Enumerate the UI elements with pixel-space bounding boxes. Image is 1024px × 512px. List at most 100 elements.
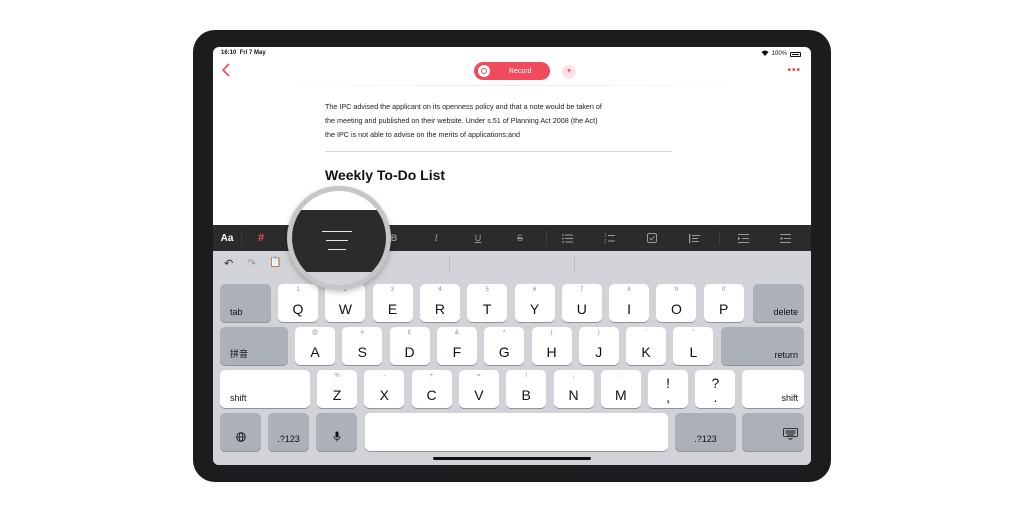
shift-key-label: shift <box>781 393 798 403</box>
numbers-key-left[interactable]: .?123 <box>268 413 309 451</box>
key-label: E <box>387 301 398 317</box>
key-[interactable]: !, <box>648 370 689 408</box>
key-i[interactable]: 8I <box>609 284 650 322</box>
key-secondary-label: & <box>454 330 459 336</box>
key-t[interactable]: 5T <box>467 284 508 322</box>
pinyin-key[interactable]: 拼音 <box>220 327 288 365</box>
key-o[interactable]: 9O <box>656 284 697 322</box>
key-[interactable]: ?. <box>695 370 736 408</box>
key-secondary-label: / <box>525 373 528 379</box>
record-label: Record <box>509 67 532 75</box>
key-s[interactable]: # S <box>342 327 383 365</box>
key-secondary-label: # <box>360 330 364 336</box>
italic-button[interactable]: I <box>425 225 447 251</box>
delete-key[interactable]: delete <box>753 284 804 322</box>
hide-keyboard-key[interactable] <box>742 413 804 451</box>
outdent-icon <box>779 233 791 243</box>
numbers-key-right[interactable]: .?123 <box>675 413 736 451</box>
dictation-key[interactable] <box>316 413 357 451</box>
more-button[interactable]: ••• <box>787 65 801 76</box>
outdent-button[interactable] <box>774 225 796 251</box>
key-z[interactable]: % Z <box>317 370 357 408</box>
battery-percent: 100% <box>771 51 787 57</box>
key-u[interactable]: 7U <box>561 284 602 322</box>
key-v[interactable]: = V <box>458 370 499 408</box>
text-style-button[interactable]: Aa <box>216 225 238 251</box>
key-j[interactable]: ) J <box>578 327 619 365</box>
underline-button[interactable]: U <box>467 225 489 251</box>
key-label: Q <box>292 301 304 317</box>
key-y[interactable]: 6Y <box>514 284 555 322</box>
key-d[interactable]: £ D <box>389 327 430 365</box>
key-e[interactable]: 3E <box>372 284 413 322</box>
numbered-list-icon: 12 <box>604 233 615 243</box>
paragraph-line: the IPC is not able to advise on the mer… <box>325 130 520 139</box>
key-l[interactable]: " L <box>673 327 714 365</box>
globe-icon <box>220 432 261 444</box>
key-label: C <box>426 387 437 403</box>
align-center-icon <box>322 231 352 258</box>
toolbar-divider <box>546 231 547 245</box>
shift-key-right[interactable]: shift <box>742 370 804 408</box>
bullet-list-button[interactable] <box>557 225 579 251</box>
key-secondary-label: £ <box>407 330 412 336</box>
redo-icon[interactable]: ↷ <box>247 257 256 270</box>
note-heading[interactable]: Weekly To-Do List <box>325 167 445 183</box>
key-label: T <box>482 301 492 317</box>
key-label: Y <box>529 301 540 317</box>
key-secondary-label: ; <box>572 373 575 379</box>
key-label: W <box>338 301 352 317</box>
key-a[interactable]: @ A <box>295 327 335 365</box>
indent-icon <box>737 233 749 243</box>
record-icon <box>478 65 490 77</box>
paste-icon[interactable]: 📋 <box>269 257 281 268</box>
key-label: L <box>689 344 698 360</box>
key-k[interactable]: ' K <box>626 327 667 365</box>
hashtag-button[interactable]: # <box>250 225 272 251</box>
shift-key-left[interactable]: shift <box>220 370 310 408</box>
suggestion-divider <box>574 257 575 271</box>
key-b[interactable]: / B <box>506 370 547 408</box>
key-x[interactable]: -X <box>364 370 405 408</box>
nav-divider <box>273 85 753 86</box>
key-f[interactable]: & F <box>436 327 477 365</box>
quote-icon <box>688 233 700 243</box>
tab-key[interactable]: tab <box>220 284 271 322</box>
sparkle-button[interactable]: ✦ <box>562 65 576 79</box>
return-key[interactable]: return <box>721 327 804 365</box>
key-label: G <box>498 344 510 360</box>
checklist-button[interactable] <box>641 225 663 251</box>
key-w[interactable]: 2W <box>325 284 366 322</box>
bullet-list-icon <box>562 233 573 243</box>
chevron-left-icon <box>221 63 230 77</box>
note-paragraph[interactable]: The IPC advised the applicant on its ope… <box>325 100 675 142</box>
strikethrough-button[interactable]: S <box>509 225 531 251</box>
magnifier-loupe <box>287 186 391 290</box>
key-r[interactable]: 4R <box>419 284 460 322</box>
numbered-list-button[interactable]: 12 <box>599 225 621 251</box>
record-button[interactable]: Record <box>474 62 550 80</box>
key-g[interactable]: * G <box>484 327 525 365</box>
undo-icon[interactable]: ↶ <box>224 257 233 270</box>
key-n[interactable]: ; N <box>553 370 594 408</box>
indent-button[interactable] <box>732 225 754 251</box>
key-m[interactable]: :M <box>600 370 641 408</box>
key-label: U <box>576 301 587 317</box>
space-key[interactable] <box>365 413 668 451</box>
key-c[interactable]: + C <box>411 370 452 408</box>
key-secondary-label: + <box>429 373 434 379</box>
quote-button[interactable] <box>683 225 705 251</box>
keyboard-hide-icon <box>783 428 798 442</box>
key-label: R <box>434 301 445 317</box>
key-h[interactable]: (H <box>531 327 572 365</box>
key-secondary-label: = <box>477 373 481 379</box>
key-q[interactable]: 1Q <box>278 284 318 322</box>
microphone-icon <box>316 431 357 444</box>
globe-key[interactable] <box>220 413 261 451</box>
home-indicator <box>433 457 591 460</box>
key-label: V <box>474 387 484 403</box>
back-button[interactable] <box>221 63 235 79</box>
key-p[interactable]: 0P <box>703 284 744 322</box>
key-label: J <box>595 344 603 360</box>
key-label: D <box>404 344 415 360</box>
